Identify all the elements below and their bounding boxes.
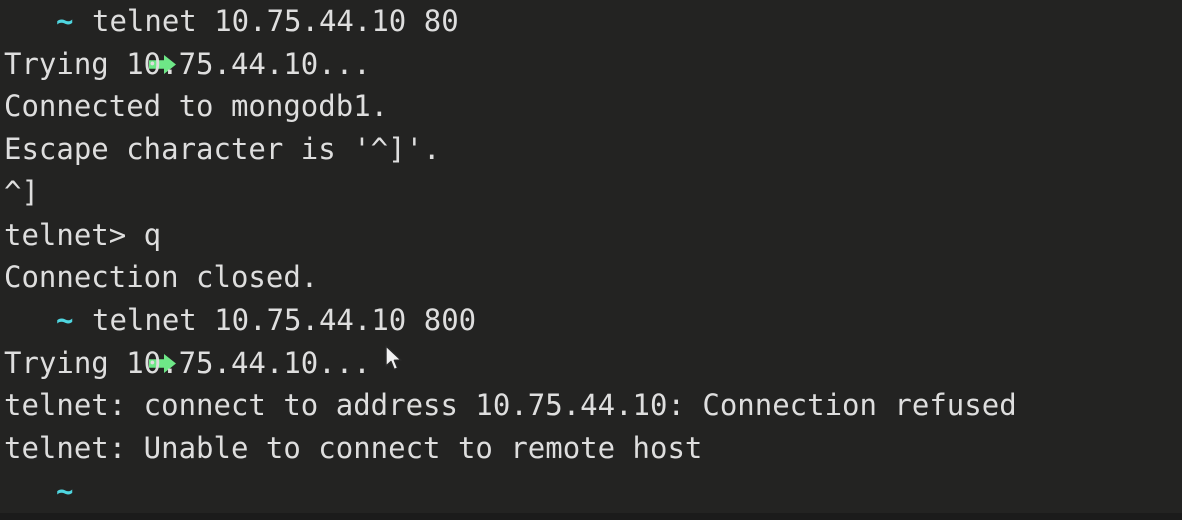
arrow-right-icon: [9, 470, 37, 513]
terminal-output-text: Trying 10.75.44.10...: [4, 46, 371, 81]
terminal-prompt-line-active[interactable]: ~: [0, 470, 1182, 520]
terminal-output-text: ^]: [4, 174, 39, 209]
terminal-screen[interactable]: ~ telnet 10.75.44.10 80 Trying 10.75.44.…: [0, 0, 1182, 520]
terminal-command-text: telnet 10.75.44.10 800: [92, 302, 477, 337]
text-cursor-block: [95, 476, 253, 520]
prompt-path-tilde: ~: [56, 4, 74, 38]
terminal-window[interactable]: ~ telnet 10.75.44.10 80 Trying 10.75.44.…: [0, 0, 1182, 520]
terminal-prompt-line[interactable]: ~ telnet 10.75.44.10 80: [0, 0, 1182, 74]
terminal-output-line: Connected to mongodb1.: [0, 85, 1182, 128]
terminal-output-line: Trying 10.75.44.10...: [0, 43, 1182, 86]
prompt-path-tilde: ~: [56, 473, 74, 508]
terminal-output-line: Connection closed.: [0, 256, 1182, 299]
terminal-output-text: Connection closed.: [4, 260, 319, 295]
terminal-output-line: telnet: Unable to connect to remote host: [0, 427, 1182, 470]
terminal-output-line: telnet> q: [0, 214, 1182, 257]
terminal-output-line: Trying 10.75.44.10...: [0, 342, 1182, 385]
terminal-output-line: Escape character is '^]'.: [0, 128, 1182, 171]
terminal-prompt-line[interactable]: ~ telnet 10.75.44.10 800: [0, 299, 1182, 373]
prompt-path-tilde: ~: [56, 302, 74, 337]
terminal-output-line: telnet: connect to address 10.75.44.10: …: [0, 384, 1182, 427]
terminal-output-text: telnet> q: [4, 217, 162, 252]
arrow-right-icon: [9, 299, 176, 373]
terminal-output-text: Trying 10.75.44.10...: [4, 345, 371, 380]
arrow-right-icon: [9, 0, 176, 74]
terminal-output-text: telnet: Unable to connect to remote host: [4, 431, 703, 465]
terminal-output-text: Escape character is '^]'.: [4, 132, 441, 167]
terminal-command-text: telnet 10.75.44.10 80: [92, 4, 459, 38]
terminal-output-text: Connected to mongodb1.: [4, 89, 389, 124]
terminal-output-text: telnet: connect to address 10.75.44.10: …: [4, 388, 1017, 423]
terminal-output-line: ^]: [0, 171, 1182, 214]
